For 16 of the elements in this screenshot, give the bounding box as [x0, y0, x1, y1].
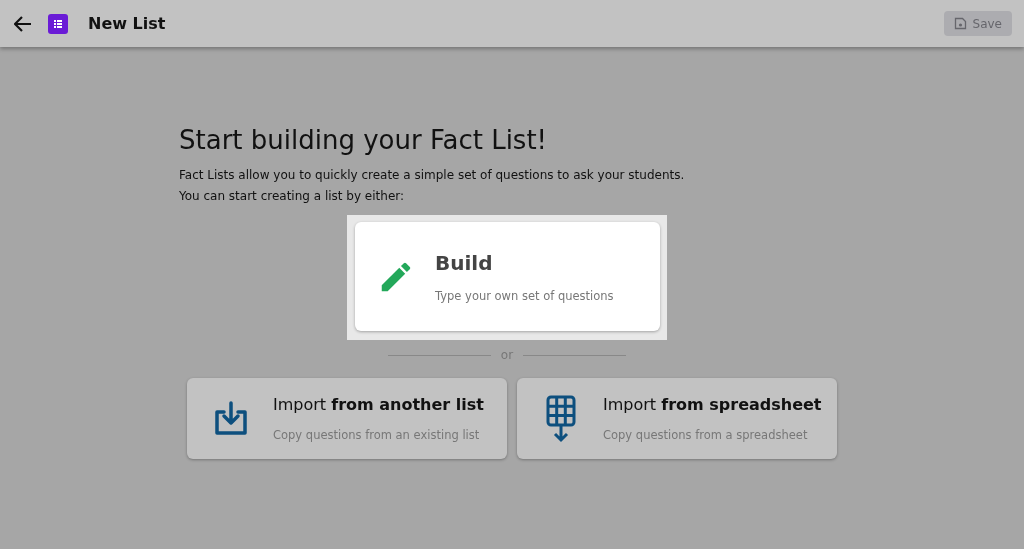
option-title: Build	[435, 250, 494, 275]
list-app-icon	[48, 13, 68, 34]
page-title: New List	[88, 14, 167, 33]
grid-arrow-icon	[546, 394, 576, 443]
option-title: Import from another list	[273, 395, 484, 414]
option-description: Copy questions from a spreadsheet	[603, 428, 809, 442]
import-option-card[interactable]: Import from another list Copy questions from an existing list	[187, 378, 507, 459]
intro-text: You can start creating a list by either:	[179, 188, 406, 205]
import-option-card[interactable]: Import from spreadsheet Copy questions from a spreadsheet	[517, 378, 837, 459]
heading: Start building your Fact List!	[179, 125, 549, 155]
intro-text: Fact Lists allow you to quickly create a simple set of questions to ask your students.	[179, 167, 686, 184]
save-icon	[953, 17, 967, 30]
option-title: Import from spreadsheet	[603, 395, 822, 414]
option-description: Type your own set of questions	[435, 288, 614, 303]
build-option-card[interactable]: Build Type your own set of questions	[355, 222, 660, 331]
option-description: Copy questions from an existing list	[273, 428, 481, 442]
